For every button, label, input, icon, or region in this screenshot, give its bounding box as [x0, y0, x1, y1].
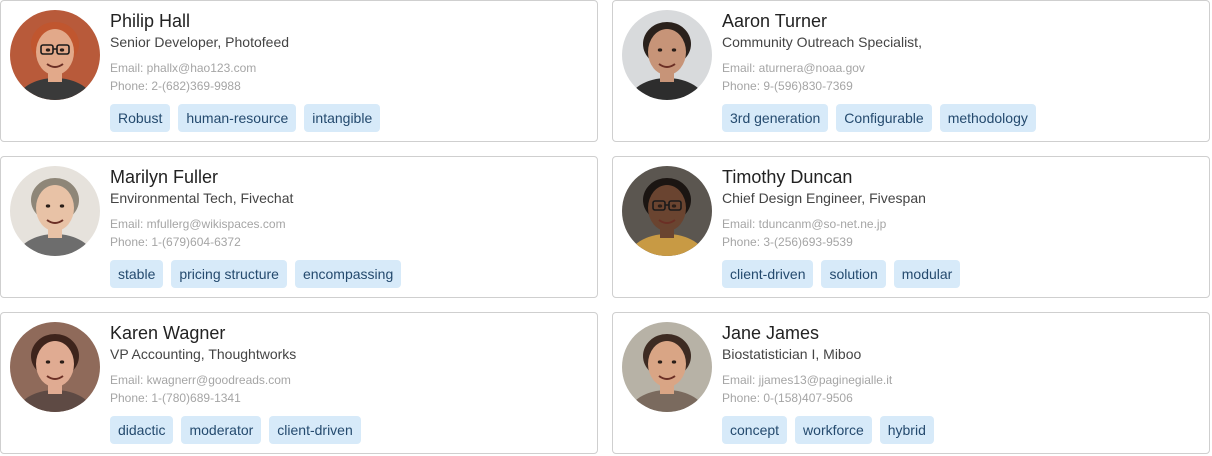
profile-name: Jane James	[722, 323, 820, 343]
profile-phone: Phone: 2-(682)369-9988	[110, 79, 241, 93]
profile-email: Email: tduncanm@so-net.ne.jp	[722, 217, 887, 231]
tag[interactable]: Robust	[110, 104, 171, 132]
profile-name: Marilyn Fuller	[110, 167, 219, 187]
tag[interactable]: client-driven	[269, 416, 361, 444]
tag-list: 3rd generation Configurable methodology	[722, 104, 1044, 132]
tag[interactable]: Configurable	[836, 104, 932, 132]
tag[interactable]: encompassing	[294, 260, 402, 288]
profile-title: VP Accounting, Thoughtworks	[110, 346, 297, 362]
avatar	[10, 166, 100, 256]
profile-title: Environmental Tech, Fivechat	[110, 190, 294, 206]
profile-phone: Phone: 0-(158)407-9506	[722, 391, 853, 405]
tag[interactable]: workforce	[795, 416, 872, 444]
tag[interactable]: human-resource	[178, 104, 297, 132]
tag[interactable]: moderator	[181, 416, 262, 444]
profile-email: Email: kwagnerr@goodreads.com	[110, 373, 291, 387]
tag[interactable]: stable	[110, 260, 164, 288]
profile-title: Senior Developer, Photofeed	[110, 34, 290, 50]
tag[interactable]: modular	[893, 260, 961, 288]
tag[interactable]: solution	[821, 260, 886, 288]
tag[interactable]: methodology	[939, 104, 1036, 132]
profile-card: Timothy Duncan Chief Design Engineer, Fi…	[612, 156, 1210, 298]
avatar	[10, 10, 100, 100]
tag-list: Robust human-resource intangible	[110, 104, 388, 132]
tag[interactable]: concept	[722, 416, 788, 444]
tag[interactable]: didactic	[110, 416, 174, 444]
avatar	[622, 166, 712, 256]
profile-phone: Phone: 3-(256)693-9539	[722, 235, 853, 249]
profile-phone: Phone: 9-(596)830-7369	[722, 79, 853, 93]
tag[interactable]: pricing structure	[171, 260, 287, 288]
tag[interactable]: hybrid	[879, 416, 934, 444]
tag-list: concept workforce hybrid	[722, 416, 942, 444]
profile-email: Email: jjames13@paginegialle.it	[722, 373, 893, 387]
profile-card: Philip Hall Senior Developer, Photofeed …	[0, 0, 598, 142]
profile-name: Karen Wagner	[110, 323, 226, 343]
tag-list: client-driven solution modular	[722, 260, 968, 288]
profile-card: Jane James Biostatistician I, Miboo Emai…	[612, 312, 1210, 454]
profile-email: Email: aturnera@noaa.gov	[722, 61, 865, 75]
tag-list: stable pricing structure encompassing	[110, 260, 409, 288]
avatar	[10, 322, 100, 412]
profile-phone: Phone: 1-(679)604-6372	[110, 235, 241, 249]
profile-name: Philip Hall	[110, 11, 191, 31]
profile-card: Karen Wagner VP Accounting, Thoughtworks…	[0, 312, 598, 454]
tag-list: didactic moderator client-driven	[110, 416, 369, 444]
profile-card-grid: Philip Hall Senior Developer, Photofeed …	[0, 0, 1212, 456]
profile-title: Community Outreach Specialist,	[722, 34, 922, 50]
profile-title: Biostatistician I, Miboo	[722, 346, 862, 362]
profile-phone: Phone: 1-(780)689-1341	[110, 391, 241, 405]
profile-email: Email: mfullerg@wikispaces.com	[110, 217, 286, 231]
tag[interactable]: intangible	[304, 104, 381, 132]
profile-name: Timothy Duncan	[722, 167, 853, 187]
avatar	[622, 322, 712, 412]
tag[interactable]: 3rd generation	[722, 104, 829, 132]
avatar	[622, 10, 712, 100]
profile-card: Aaron Turner Community Outreach Speciali…	[612, 0, 1210, 142]
profile-card: Marilyn Fuller Environmental Tech, Fivec…	[0, 156, 598, 298]
profile-email: Email: phallx@hao123.com	[110, 61, 257, 75]
tag[interactable]: client-driven	[722, 260, 814, 288]
profile-title: Chief Design Engineer, Fivespan	[722, 190, 926, 206]
profile-name: Aaron Turner	[722, 11, 828, 31]
